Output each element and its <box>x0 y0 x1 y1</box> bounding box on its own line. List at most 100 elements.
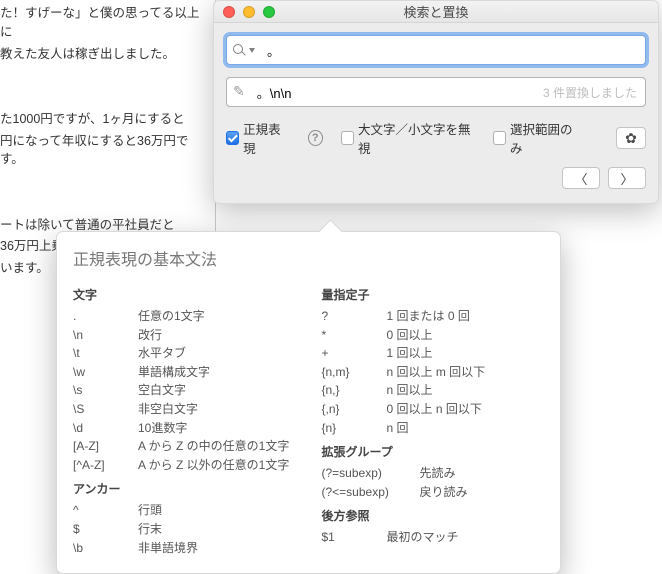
cheat-row: {,n} 0 回以上 n 回以下 <box>322 400 545 419</box>
cheat-desc: 改行 <box>138 326 296 345</box>
doc-line: た1000円ですが、1ヶ月にすると <box>0 110 200 129</box>
section-heading: 後方参照 <box>322 507 545 524</box>
cheat-key: . <box>73 307 128 326</box>
cheat-row: (?=subexp) 先読み <box>322 464 545 483</box>
ignorecase-label: 大文字／小文字を無視 <box>358 119 475 157</box>
cheat-desc: 行頭 <box>138 501 296 520</box>
cheat-desc: 任意の1文字 <box>138 307 296 326</box>
settings-button[interactable]: ✿ <box>616 127 646 149</box>
cheat-desc: 空白文字 <box>138 381 296 400</box>
cheat-row: ? 1 回または 0 回 <box>322 307 545 326</box>
regex-label: 正規表現 <box>243 119 290 157</box>
checkbox-icon <box>493 131 506 145</box>
cheat-key: * <box>322 326 377 345</box>
cheat-desc: A から Z の中の任意の1文字 <box>138 437 296 456</box>
cheat-key: (?=subexp) <box>322 464 410 483</box>
ignorecase-checkbox[interactable]: 大文字／小文字を無視 <box>341 119 475 157</box>
doc-line: た！すげーな」と僕の思ってる以上に <box>0 4 200 42</box>
cheat-row: [A-Z] A から Z の中の任意の1文字 <box>73 437 296 456</box>
help-icon[interactable]: ? <box>308 130 323 146</box>
doc-line: 円になって年収にすると36万円です。 <box>0 132 200 170</box>
cheat-desc: 単語構成文字 <box>138 363 296 382</box>
popover-title: 正規表現の基本文法 <box>73 246 544 270</box>
prev-button[interactable]: 〈 <box>562 167 600 189</box>
chevron-down-icon[interactable] <box>249 48 255 53</box>
cheat-row: \S 非空白文字 <box>73 400 296 419</box>
cheat-desc: n 回以上 m 回以下 <box>387 363 545 382</box>
cheat-row: \w 単語構成文字 <box>73 363 296 382</box>
cheat-desc: 非単語境界 <box>138 539 296 558</box>
cheat-desc: 先読み <box>420 464 545 483</box>
popover-left-col: 文字 . 任意の1文字 \n 改行 \t 水平タブ \w 単語構成文字 \s 空白文字 \S 非空白文… <box>73 280 296 557</box>
cheat-row: \n 改行 <box>73 326 296 345</box>
cheat-desc: 最初のマッチ <box>387 528 545 547</box>
selectiononly-checkbox[interactable]: 選択範囲のみ <box>493 119 580 157</box>
cheat-desc: 0 回以上 <box>387 326 545 345</box>
cheat-desc: 1 回または 0 回 <box>387 307 545 326</box>
next-button[interactable]: 〉 <box>608 167 646 189</box>
cheat-key: {n} <box>322 419 377 438</box>
window-title: 検索と置換 <box>214 2 658 21</box>
cheat-row: \d 10進数字 <box>73 419 296 438</box>
cheat-key: \b <box>73 539 128 558</box>
cheat-row: * 0 回以上 <box>322 326 545 345</box>
titlebar[interactable]: 検索と置換 <box>214 1 658 23</box>
cheat-desc: A から Z 以外の任意の1文字 <box>138 456 296 475</box>
cheat-desc: 0 回以上 n 回以下 <box>387 400 545 419</box>
pencil-icon: ✎ <box>233 83 245 100</box>
search-input[interactable] <box>261 36 645 64</box>
cheat-key: {n,} <box>322 381 377 400</box>
cheat-row: (?<=subexp) 戻り読み <box>322 483 545 502</box>
search-icon <box>233 44 246 57</box>
cheat-key: {,n} <box>322 400 377 419</box>
cheat-key: \S <box>73 400 128 419</box>
cheat-key: \d <box>73 419 128 438</box>
cheat-key: \w <box>73 363 128 382</box>
cheat-key: (?<=subexp) <box>322 483 410 502</box>
cheat-key: ? <box>322 307 377 326</box>
replace-field[interactable]: ✎ 3 件置換しました <box>226 77 646 107</box>
cheat-key: $1 <box>322 528 377 547</box>
section-heading: 文字 <box>73 286 296 303</box>
section-heading: アンカー <box>73 480 296 497</box>
cheat-desc: n 回 <box>387 419 545 438</box>
cheat-desc: 水平タブ <box>138 344 296 363</box>
cheat-desc: 非空白文字 <box>138 400 296 419</box>
cheat-key: ^ <box>73 501 128 520</box>
selectiononly-label: 選択範囲のみ <box>510 119 580 157</box>
checkbox-icon <box>226 131 239 145</box>
cheat-key: + <box>322 344 377 363</box>
cheat-desc: 戻り読み <box>420 483 545 502</box>
cheat-desc: 10進数字 <box>138 419 296 438</box>
cheat-key: \n <box>73 326 128 345</box>
cheat-key: \s <box>73 381 128 400</box>
cheat-row: {n,} n 回以上 <box>322 381 545 400</box>
cheat-desc: n 回以上 <box>387 381 545 400</box>
replace-status: 3 件置換しました <box>543 78 645 106</box>
section-heading: 量指定子 <box>322 286 545 303</box>
cheat-desc: 1 回以上 <box>387 344 545 363</box>
cheat-key: [^A-Z] <box>73 456 128 475</box>
cheat-key: [A-Z] <box>73 437 128 456</box>
doc-line: 教えた友人は稼ぎ出しました。 <box>0 45 200 64</box>
popover-right-col: 量指定子 ?1 回または 0 回*0 回以上+1 回以上{n,m}n 回以上 m… <box>322 280 545 557</box>
cheat-row: +1 回以上 <box>322 344 545 363</box>
cheat-row: ^ 行頭 <box>73 501 296 520</box>
cheat-row: {n} n 回 <box>322 419 545 438</box>
cheat-row: [^A-Z] A から Z 以外の任意の1文字 <box>73 456 296 475</box>
search-field[interactable] <box>226 35 646 65</box>
chevron-right-icon: 〉 <box>620 169 633 188</box>
cheat-row: \t 水平タブ <box>73 344 296 363</box>
cheat-row: \s 空白文字 <box>73 381 296 400</box>
cheat-row: \b 非単語境界 <box>73 539 296 558</box>
checkbox-icon <box>341 131 354 145</box>
find-replace-window: 検索と置換 ✎ 3 件置換しました 正規表現 ? 大文字／小文字 <box>213 0 659 204</box>
replace-input[interactable] <box>251 78 543 106</box>
cheat-key: \t <box>73 344 128 363</box>
section-heading: 拡張グループ <box>322 443 545 460</box>
chevron-left-icon: 〈 <box>574 169 587 188</box>
cheat-row: {n,m}n 回以上 m 回以下 <box>322 363 545 382</box>
cheat-row: $1 最初のマッチ <box>322 528 545 547</box>
regex-checkbox[interactable]: 正規表現 <box>226 119 290 157</box>
cheat-row: . 任意の1文字 <box>73 307 296 326</box>
